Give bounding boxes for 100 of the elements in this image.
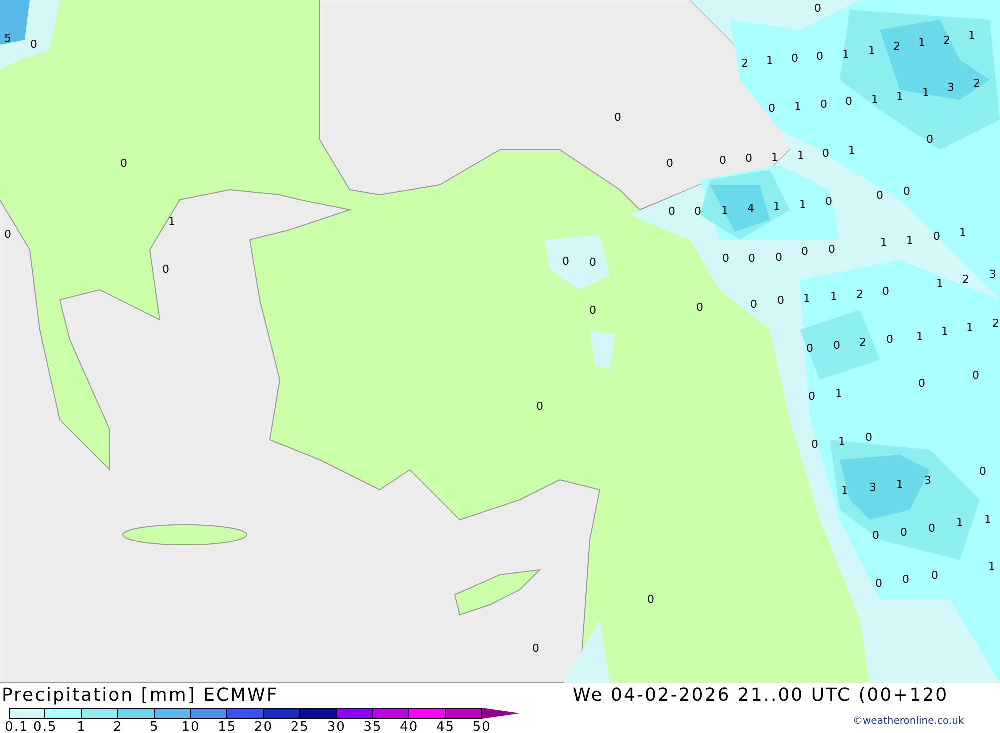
precipitation-value: 0: [882, 285, 890, 298]
precipitation-value: 2: [894, 40, 900, 53]
precipitation-value: 0: [4, 228, 12, 241]
precipitation-value: 0: [872, 529, 880, 542]
legend-tick-label: 35: [364, 720, 382, 733]
precipitation-value: 0: [590, 304, 596, 317]
precipitation-value: 5: [4, 32, 12, 45]
precipitation-value: 0: [746, 152, 752, 165]
precipitation-value: 1: [936, 277, 944, 290]
precipitation-value: 0: [918, 377, 926, 390]
precipitation-value: 1: [766, 54, 774, 67]
precipitation-value: 0: [826, 195, 832, 208]
precipitation-value: 0: [876, 189, 884, 202]
precipitation-value: 0: [748, 252, 756, 265]
precipitation-value: 0: [532, 642, 540, 655]
precipitation-value: 0: [902, 573, 910, 586]
precipitation-value: 1: [942, 325, 948, 338]
precipitation-value: 4: [748, 202, 754, 215]
precipitation-value: 0: [928, 522, 936, 535]
precipitation-value: 1: [922, 86, 930, 99]
precipitation-value: 0: [900, 526, 908, 539]
precipitation-value: 0: [904, 185, 910, 198]
legend-tick-label: 50: [472, 720, 492, 733]
precipitation-value: 0: [816, 50, 824, 63]
precipitation-value: 0: [822, 147, 830, 160]
precipitation-value: 1: [872, 93, 878, 106]
precipitation-value: 0: [768, 102, 776, 115]
precipitation-value: 0: [30, 38, 38, 51]
precipitation-value: 0: [886, 333, 894, 346]
legend-tick-label: 5: [150, 720, 160, 733]
precipitation-value: 0: [820, 98, 828, 111]
legend-tick-label: 1: [77, 720, 86, 733]
precipitation-value: 1: [830, 290, 838, 303]
precipitation-value: 1: [868, 44, 876, 57]
precipitation-value: 1: [772, 151, 778, 164]
precipitation-value: 0: [792, 52, 798, 65]
precipitation-value: 2: [974, 77, 980, 90]
precipitation-value: 0: [614, 111, 622, 124]
precipitation-value: 1: [988, 560, 996, 573]
precipitation-value: 0: [812, 438, 818, 451]
precipitation-value: 2: [992, 317, 1000, 330]
precipitation-value: 2: [944, 34, 950, 47]
legend-tick-label: 30: [327, 720, 346, 733]
precipitation-value: 1: [836, 387, 842, 400]
precipitation-value: 3: [924, 474, 932, 487]
precipitation-value: 1: [916, 330, 924, 343]
legend-tick-label: 20: [254, 720, 274, 733]
precipitation-value: 0: [866, 431, 872, 444]
legend-tick-label: 25: [290, 720, 310, 733]
precipitation-value: 0: [980, 465, 986, 478]
precipitation-value: 0: [120, 157, 128, 170]
valid-time: We 04-02-2026 21..00 UTC (00+120: [573, 685, 949, 706]
precipitation-value: 1: [956, 516, 964, 529]
precipitation-value: 0: [828, 243, 836, 256]
legend-arrow-icon: [482, 708, 520, 719]
legend-tick-label: 10: [182, 720, 200, 733]
precipitation-value: 2: [860, 336, 866, 349]
precipitation-value: 1: [896, 90, 904, 103]
precipitation-value: 0: [590, 256, 596, 269]
precipitation-value: 1: [968, 29, 976, 42]
precipitation-value: 0: [834, 339, 840, 352]
precipitation-value: 1: [960, 226, 966, 239]
precipitation-value: 1: [906, 234, 914, 247]
credit-link[interactable]: ©weatheronline.co.uk: [853, 716, 964, 727]
precipitation-value: 3: [948, 81, 954, 94]
precipitation-value: 0: [778, 294, 784, 307]
precipitation-value: 0: [536, 400, 544, 413]
precipitation-value: 2: [962, 273, 970, 286]
precipitation-value: 1: [848, 144, 856, 157]
precipitation-value: 1: [842, 48, 850, 61]
precipitation-value: 0: [562, 255, 570, 268]
precipitation-value: 1: [896, 478, 904, 491]
chart-title: Precipitation [mm] ECMWF: [2, 685, 279, 706]
precipitation-value: 0: [932, 569, 938, 582]
precipitation-value: 0: [934, 230, 940, 243]
precipitation-value: 1: [798, 149, 804, 162]
precipitation-value: 0: [926, 133, 934, 146]
legend-tick-label: 0.1: [5, 720, 29, 733]
legend-tick-label: 2: [114, 720, 123, 733]
precipitation-value: 1: [168, 215, 176, 228]
precipitation-value: 1: [774, 200, 780, 213]
precipitation-value: 0: [972, 369, 980, 382]
precipitation-value: 3: [870, 481, 876, 494]
precipitation-value: 1: [804, 292, 810, 305]
precipitation-value: 0: [802, 245, 808, 258]
legend-tick-label: 15: [218, 720, 237, 733]
precipitation-value: 2: [856, 288, 864, 301]
precipitation-value: 0: [776, 251, 782, 264]
legend-tick-label: 40: [400, 720, 419, 733]
precipitation-value: 1: [880, 236, 888, 249]
precipitation-value: 0: [814, 2, 822, 15]
precipitation-value: 1: [794, 100, 802, 113]
precipitation-value: 3: [990, 268, 996, 281]
precipitation-value: 1: [838, 435, 846, 448]
precipitation-value: 0: [808, 390, 816, 403]
precipitation-value: 1: [918, 36, 926, 49]
legend-tick-label: 0.5: [34, 720, 58, 733]
precipitation-value: 1: [984, 513, 992, 526]
precipitation-value: 0: [876, 577, 882, 590]
precipitation-value: 0: [666, 157, 674, 170]
